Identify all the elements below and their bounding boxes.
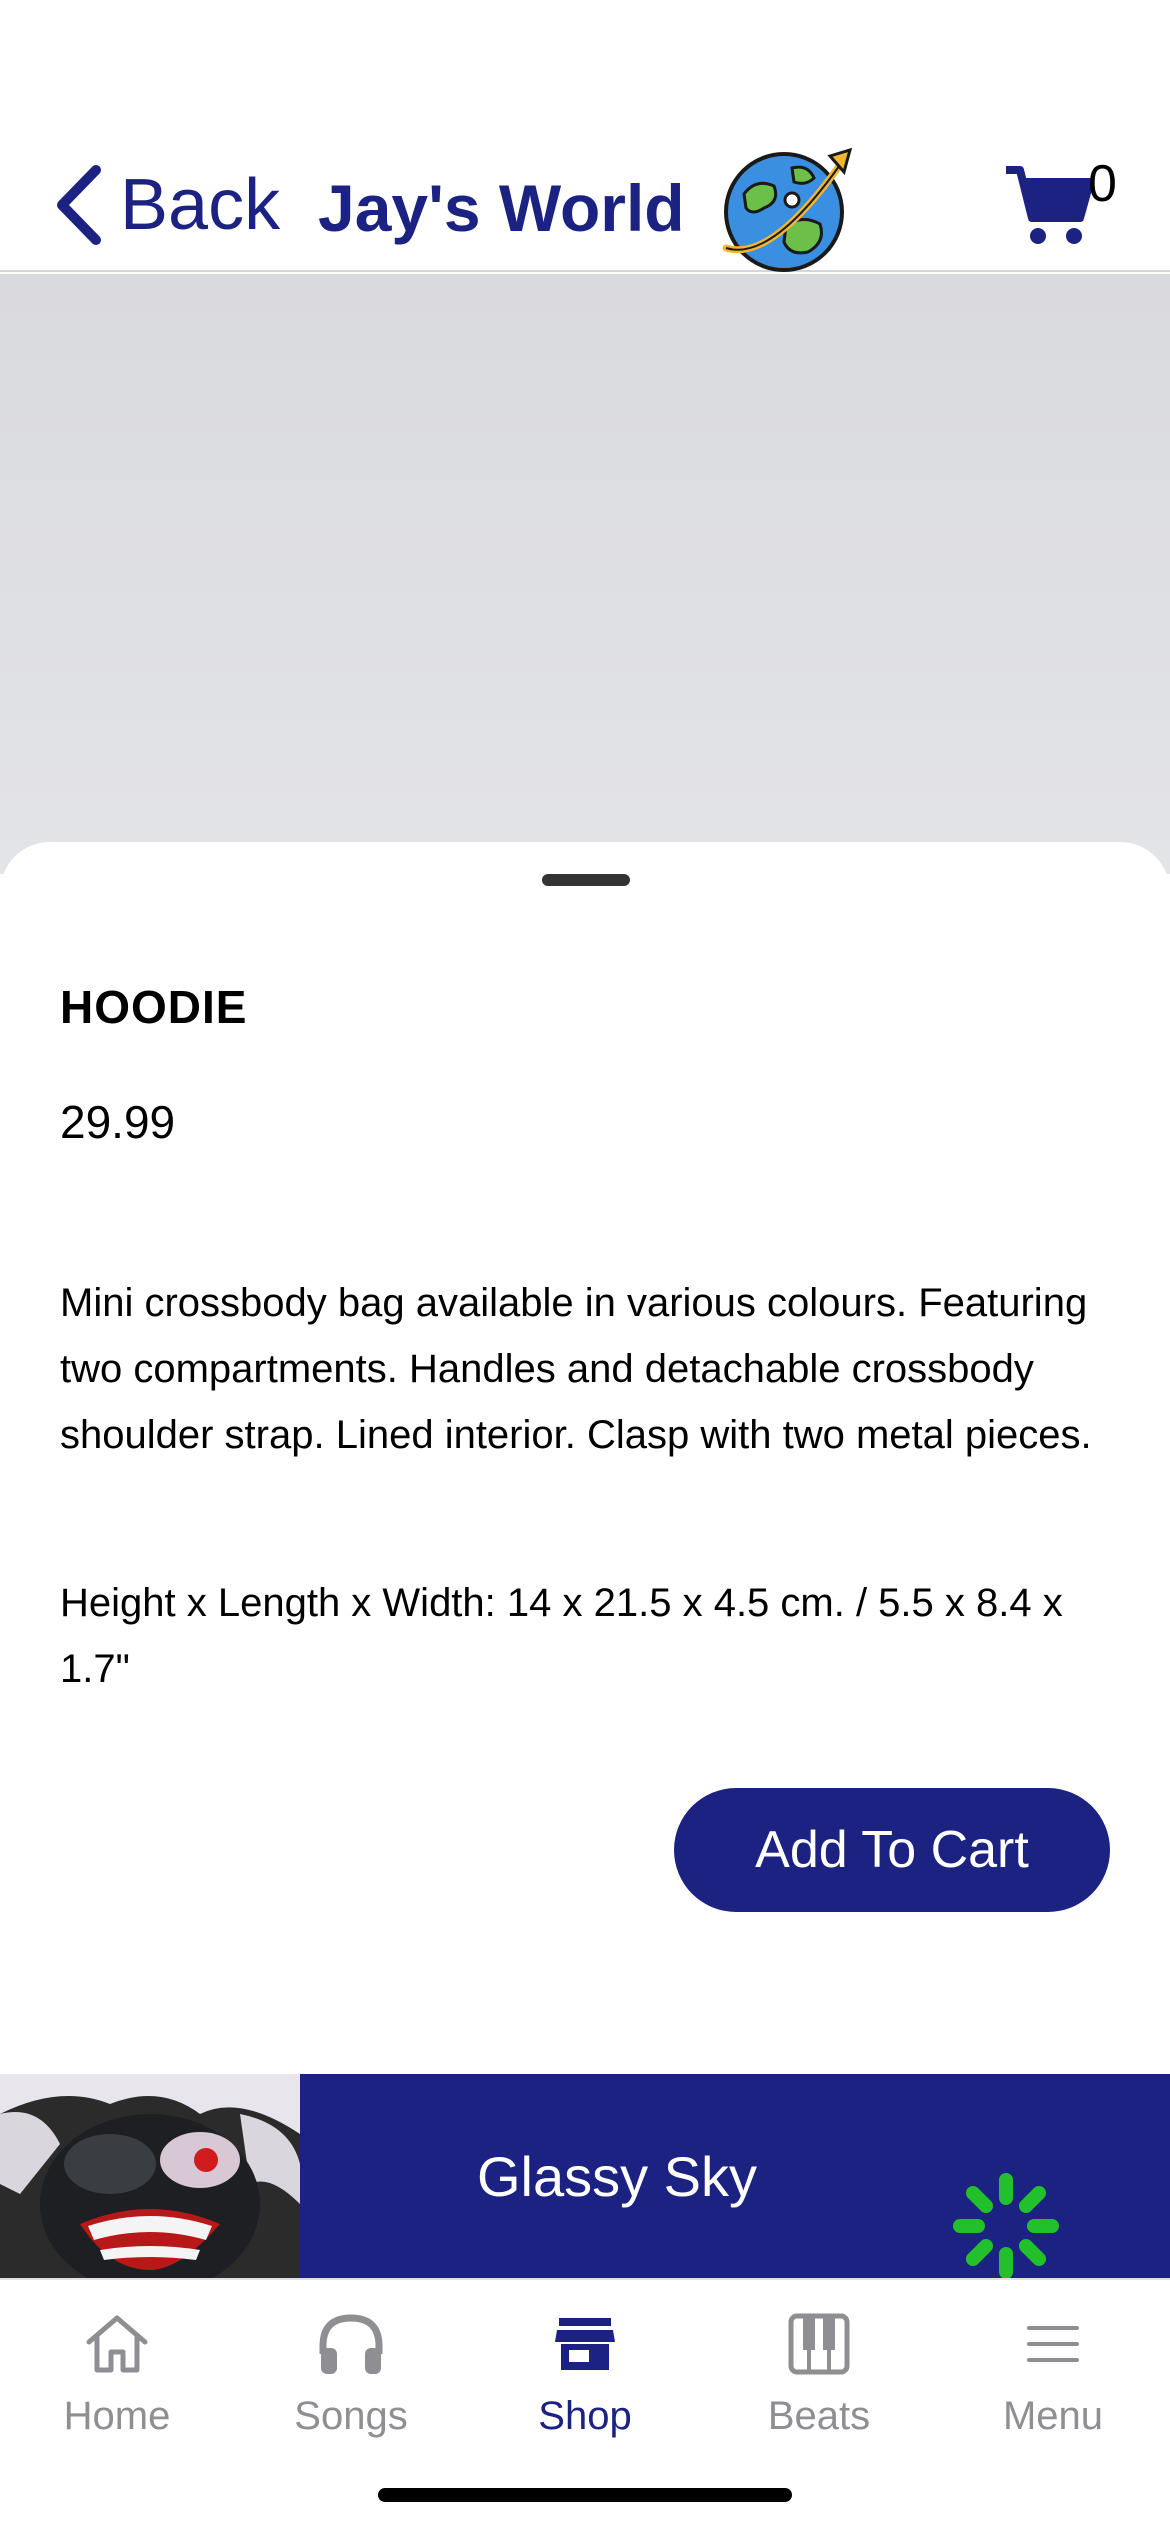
add-to-cart-button[interactable]: Add To Cart xyxy=(674,1788,1110,1912)
product-detail-sheet: HOODIE 29.99 Mini crossbody bag availabl… xyxy=(0,842,1170,2074)
tab-home[interactable]: Home xyxy=(0,2304,234,2474)
now-playing-bar[interactable]: Glassy Sky xyxy=(0,2074,1170,2279)
tab-songs[interactable]: Songs xyxy=(234,2304,468,2474)
app-header: Back Jay's World 0 xyxy=(0,0,1170,272)
product-dimensions: Height x Length x Width: 14 x 21.5 x 4.5… xyxy=(60,1581,1063,1691)
loading-spinner-icon xyxy=(953,2173,1059,2279)
tab-label: Home xyxy=(63,2394,171,2438)
headphones-icon xyxy=(319,2314,383,2374)
tab-label: Beats xyxy=(767,2394,871,2438)
cart-count-badge: 0 xyxy=(1088,155,1117,213)
house-icon xyxy=(86,2315,148,2373)
product-image-area xyxy=(0,274,1170,874)
tab-shop[interactable]: Shop xyxy=(468,2304,702,2474)
product-description: Mini crossbody bag available in various … xyxy=(60,1281,1092,1457)
product-price: 29.99 xyxy=(60,1096,176,1148)
album-cover-art[interactable] xyxy=(0,2074,300,2278)
piano-icon xyxy=(788,2313,850,2375)
tab-menu[interactable]: Menu xyxy=(936,2304,1170,2474)
track-title: Glassy Sky xyxy=(476,2144,758,2208)
back-button[interactable]: Back xyxy=(52,160,280,250)
shopping-cart-icon[interactable] xyxy=(1004,162,1094,246)
tab-label: Shop xyxy=(538,2394,632,2438)
sheet-grabber-handle[interactable] xyxy=(542,874,630,886)
tab-beats[interactable]: Beats xyxy=(702,2304,936,2474)
tab-label: Menu xyxy=(1002,2394,1104,2438)
hamburger-icon xyxy=(1027,2326,1079,2362)
storefront-icon xyxy=(555,2318,615,2370)
back-label: Back xyxy=(120,165,281,245)
chevron-left-icon xyxy=(57,165,101,245)
product-name: HOODIE xyxy=(60,981,248,1033)
tab-label: Songs xyxy=(294,2394,408,2438)
app-title: Jay's World xyxy=(318,171,685,245)
home-indicator xyxy=(378,2488,792,2502)
globe-logo-icon xyxy=(722,147,853,272)
